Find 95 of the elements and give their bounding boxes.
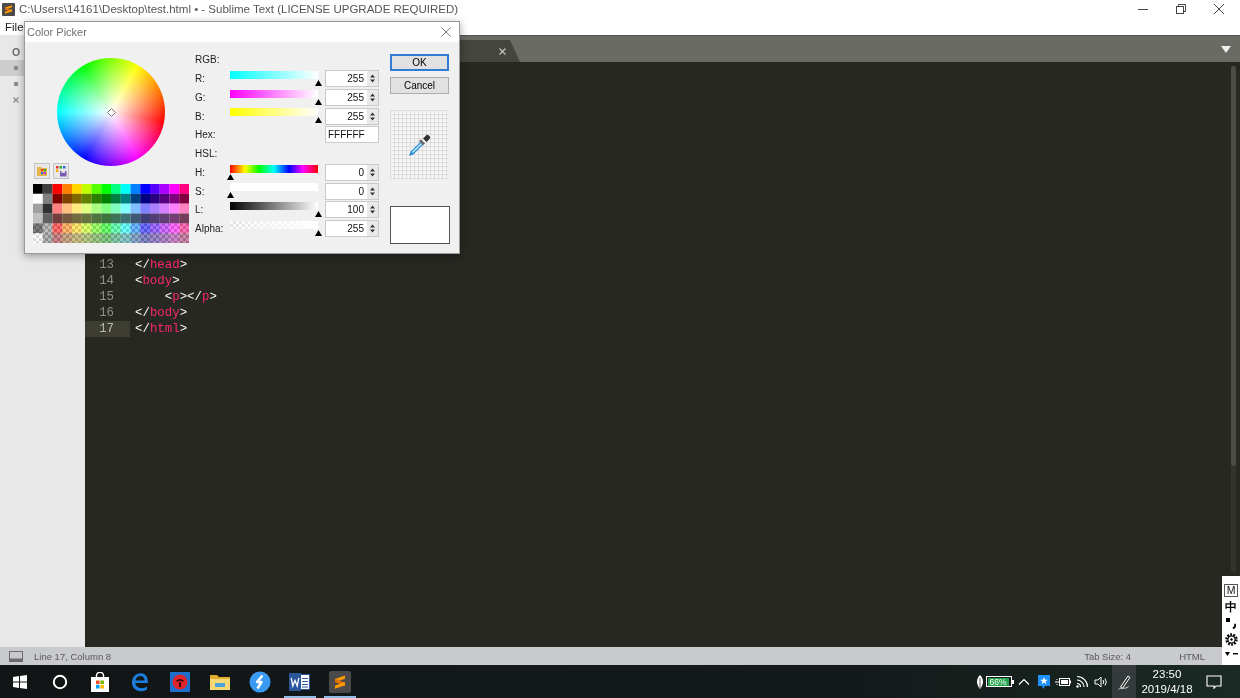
slider-thumb[interactable] xyxy=(314,98,322,105)
field-label: Hex: xyxy=(195,129,217,141)
line-number: 14 xyxy=(98,273,115,289)
dropdown-icon[interactable] xyxy=(1221,45,1231,53)
caret-up-icon[interactable] xyxy=(1018,678,1030,685)
number-field[interactable]: 255 xyxy=(325,88,379,106)
color-palette[interactable] xyxy=(33,184,189,243)
close-icon xyxy=(1214,4,1224,14)
code-line: </body> xyxy=(135,305,188,321)
number-field[interactable]: 100 xyxy=(325,201,379,219)
code-line: </html> xyxy=(135,321,188,337)
clock-time[interactable]: 23:50 xyxy=(1152,666,1182,682)
e-shape-icon xyxy=(130,671,150,692)
slider-thumb[interactable] xyxy=(314,229,322,236)
slider-thumb[interactable] xyxy=(226,192,234,199)
slider-thumb[interactable] xyxy=(314,117,322,124)
scrollbar-thumb[interactable] xyxy=(1231,66,1236,466)
restore-icon xyxy=(1176,4,1186,14)
folder-icon xyxy=(209,672,231,691)
syntax-setting[interactable]: HTML xyxy=(1179,650,1205,662)
field-label: H: xyxy=(195,166,206,178)
color-preview xyxy=(390,206,450,244)
field-label: HSL: xyxy=(195,148,219,160)
star-bubble-icon[interactable] xyxy=(1037,673,1051,690)
document-icon xyxy=(289,671,311,692)
spin-arrows-icon[interactable] xyxy=(367,221,378,237)
stripes-tile-icon xyxy=(329,670,351,693)
slider-thumb[interactable] xyxy=(314,211,322,218)
line-number: 15 xyxy=(98,289,115,305)
line-number: 13 xyxy=(98,257,115,273)
number-field[interactable]: 255 xyxy=(325,70,379,88)
window-title: C:\Users\14161\Desktop\test.html • - Sublime Text (LICENSE UPGRADE REQUIRED) xyxy=(19,3,459,15)
spin-arrows-icon[interactable] xyxy=(367,202,378,218)
eyedropper-icon xyxy=(407,132,432,157)
pen-icon xyxy=(1117,673,1131,690)
spin-arrows-icon[interactable] xyxy=(367,164,378,180)
power-plug-icon[interactable] xyxy=(1055,676,1071,687)
spin-arrows-icon[interactable] xyxy=(367,71,378,87)
field-label: G: xyxy=(195,91,207,103)
hex-field[interactable]: FFFFFF xyxy=(325,126,379,144)
tab-size-setting[interactable]: Tab Size: 4 xyxy=(1084,650,1132,662)
panel-icon[interactable] xyxy=(9,650,23,662)
minus-icon[interactable] xyxy=(1232,653,1238,655)
spin-arrows-icon[interactable] xyxy=(367,89,378,105)
speaker-icon[interactable] xyxy=(1094,675,1108,688)
code-line: <body> xyxy=(135,273,180,289)
cursor-position: Line 17, Column 8 xyxy=(34,650,112,662)
dot-icon xyxy=(13,81,19,87)
slider-thumb[interactable] xyxy=(226,173,234,180)
number-field[interactable]: 0 xyxy=(325,182,379,200)
leaf-icon[interactable] xyxy=(976,674,984,689)
line-number: 16 xyxy=(98,305,115,321)
field-label: S: xyxy=(195,185,206,197)
dot-icon xyxy=(13,65,19,71)
swatch-disk-icon xyxy=(55,165,67,177)
close-icon xyxy=(13,97,19,103)
ime-language-toggle[interactable]: 中 xyxy=(1225,600,1237,614)
line-number: 17 xyxy=(85,321,130,337)
field-label: RGB: xyxy=(195,54,221,66)
number-field[interactable]: 0 xyxy=(325,163,379,181)
clock-date[interactable]: 2019/4/18 xyxy=(1141,681,1193,697)
number-field[interactable]: 255 xyxy=(325,220,379,238)
cancel-button[interactable]: Cancel xyxy=(390,77,449,94)
dialog-title: Color Picker xyxy=(27,26,87,38)
palette-button[interactable] xyxy=(53,163,69,179)
ime-mode-key[interactable]: M xyxy=(1224,584,1238,597)
field-label: Alpha: xyxy=(195,223,225,235)
close-icon[interactable] xyxy=(441,27,451,37)
code-line: </head> xyxy=(135,257,188,273)
sidebar-heading: O xyxy=(12,45,21,59)
punctuation-icon[interactable] xyxy=(1225,617,1237,629)
ok-button[interactable]: OK xyxy=(390,54,449,71)
spin-arrows-icon[interactable] xyxy=(367,183,378,199)
field-label: B: xyxy=(195,110,206,122)
field-label: L: xyxy=(195,204,205,216)
window-grid-icon xyxy=(13,674,27,689)
number-field[interactable]: 255 xyxy=(325,107,379,125)
disc-tile-icon xyxy=(170,671,190,692)
app-logo-icon xyxy=(2,2,15,16)
wifi-icon[interactable] xyxy=(1075,675,1089,688)
folder-swatch-icon xyxy=(36,165,48,177)
code-line: <p></p> xyxy=(163,289,217,305)
settings-icon[interactable] xyxy=(1224,633,1238,646)
spin-arrows-icon[interactable] xyxy=(367,108,378,124)
caret-down-icon[interactable] xyxy=(1224,652,1230,656)
pen-button[interactable] xyxy=(1112,665,1136,698)
palette-button[interactable] xyxy=(34,163,50,179)
shopping-bag-icon xyxy=(90,671,110,692)
slider-thumb[interactable] xyxy=(314,79,322,86)
close-icon[interactable] xyxy=(499,47,506,55)
field-label: R: xyxy=(195,73,206,85)
diamond-marker-icon[interactable] xyxy=(106,107,116,117)
lightning-circle-icon xyxy=(249,670,271,693)
notification-icon[interactable] xyxy=(1206,674,1222,689)
ring-icon xyxy=(52,673,68,690)
